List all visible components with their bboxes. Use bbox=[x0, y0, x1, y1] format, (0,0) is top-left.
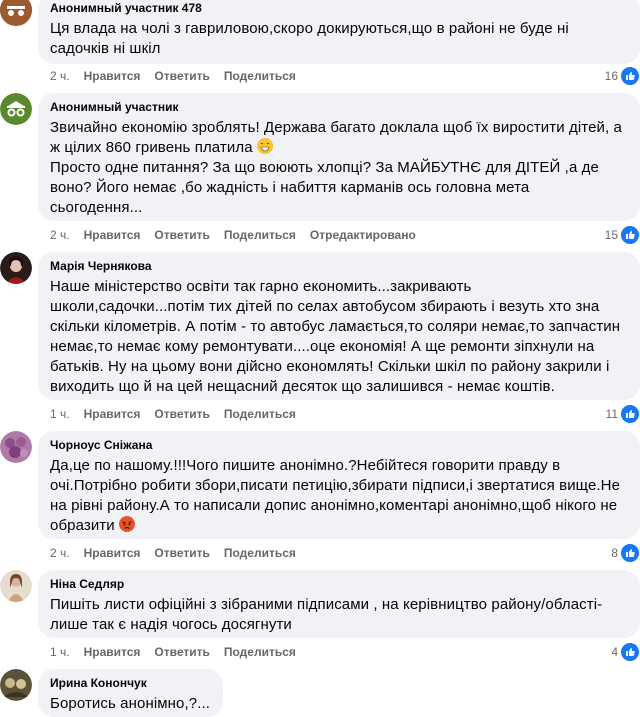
comment-author[interactable]: Ирина Конончук bbox=[50, 675, 211, 691]
reply-link[interactable]: Ответить bbox=[154, 227, 209, 243]
reaction-count[interactable]: 15 bbox=[605, 225, 640, 245]
comment-author[interactable]: Анонимный участник 478 bbox=[50, 0, 628, 16]
reply-link[interactable]: Ответить bbox=[154, 644, 209, 660]
comment-author[interactable]: Ніна Седляр bbox=[50, 576, 628, 592]
avatar-maria[interactable] bbox=[0, 252, 32, 284]
comment-author[interactable]: Анонимный участник bbox=[50, 99, 628, 115]
grin-emoji-icon bbox=[256, 138, 273, 154]
comment-actions: 2 ч. Нравится Ответить Поделиться Отреда… bbox=[50, 227, 430, 243]
anonymous-icon bbox=[0, 93, 32, 125]
comment-author[interactable]: Чорноус Сніжана bbox=[50, 437, 628, 453]
avatar-anon-478[interactable] bbox=[0, 0, 32, 26]
comment-text: Пишіть листи офіційні з зібраними підпис… bbox=[50, 596, 603, 633]
profile-photo-icon bbox=[0, 431, 32, 463]
reply-link[interactable]: Ответить bbox=[154, 545, 209, 561]
comment-bubble: Чорноус Сніжана Да,це по нашому.!!!Чого … bbox=[38, 431, 640, 539]
like-link[interactable]: Нравится bbox=[84, 545, 141, 561]
like-link[interactable]: Нравится bbox=[84, 68, 141, 84]
avatar-anon[interactable] bbox=[0, 93, 32, 125]
comment-text: Ця влада на чолі з гавриловою,скоро доки… bbox=[50, 20, 569, 57]
comment-text: Наше міністерство освіти так гарно еконо… bbox=[50, 278, 621, 395]
angry-emoji-icon bbox=[119, 516, 136, 532]
comment-bubble: Ирина Конончук Боротись анонімно,?... bbox=[38, 669, 223, 717]
like-icon bbox=[620, 543, 640, 563]
comment-text: Боротись анонімно,?... bbox=[50, 695, 211, 712]
comment-time[interactable]: 2 ч. bbox=[50, 68, 70, 84]
share-link[interactable]: Поделиться bbox=[224, 406, 296, 422]
like-icon bbox=[620, 225, 640, 245]
avatar-nina[interactable] bbox=[0, 570, 32, 602]
like-icon bbox=[620, 66, 640, 86]
profile-photo-icon bbox=[0, 252, 32, 284]
comment-actions: 2 ч. Нравится Ответить Поделиться bbox=[50, 545, 310, 561]
reply-link[interactable]: Ответить bbox=[154, 406, 209, 422]
reaction-count[interactable]: 16 bbox=[605, 66, 640, 86]
comment-time[interactable]: 1 ч. bbox=[50, 406, 70, 422]
comment-time[interactable]: 1 ч. bbox=[50, 644, 70, 660]
like-icon bbox=[620, 404, 640, 424]
like-link[interactable]: Нравится bbox=[84, 406, 141, 422]
share-link[interactable]: Поделиться bbox=[224, 227, 296, 243]
comment-bubble: Ніна Седляр Пишіть листи офіційні з зібр… bbox=[38, 570, 640, 638]
share-link[interactable]: Поделиться bbox=[224, 644, 296, 660]
avatar-iryna[interactable] bbox=[0, 669, 32, 701]
share-link[interactable]: Поделиться bbox=[224, 68, 296, 84]
profile-photo-icon bbox=[0, 570, 32, 602]
comment-text: Звичайно економію зроблять! Держава бага… bbox=[50, 119, 622, 216]
reaction-count[interactable]: 8 bbox=[611, 543, 640, 563]
comment-time[interactable]: 2 ч. bbox=[50, 545, 70, 561]
like-link[interactable]: Нравится bbox=[84, 227, 141, 243]
comment-bubble: Анонимный участник 478 Ця влада на чолі … bbox=[38, 0, 640, 64]
comment-text: Да,це по нашому.!!!Чого пишите анонімно.… bbox=[50, 457, 621, 534]
share-link[interactable]: Поделиться bbox=[224, 545, 296, 561]
comment-time[interactable]: 2 ч. bbox=[50, 227, 70, 243]
avatar-snizhana[interactable] bbox=[0, 431, 32, 463]
comment-bubble: Марія Чернякова Наше міністерство освіти… bbox=[38, 252, 640, 400]
profile-photo-icon bbox=[0, 669, 32, 701]
reply-link[interactable]: Ответить bbox=[154, 68, 209, 84]
comment-actions: 2 ч. Нравится Ответить Поделиться bbox=[50, 68, 310, 84]
reaction-count[interactable]: 11 bbox=[606, 404, 640, 424]
reaction-count[interactable]: 4 bbox=[611, 642, 640, 662]
comment-bubble: Анонимный участник Звичайно економію зро… bbox=[38, 93, 640, 221]
comment-actions: 1 ч. Нравится Ответить Поделиться bbox=[50, 406, 310, 422]
like-link[interactable]: Нравится bbox=[84, 644, 141, 660]
comment-actions: 1 ч. Нравится Ответить Поделиться bbox=[50, 644, 310, 660]
comment-author[interactable]: Марія Чернякова bbox=[50, 258, 628, 274]
anonymous-icon bbox=[0, 0, 32, 26]
edited-label[interactable]: Отредактировано bbox=[310, 227, 416, 243]
like-icon bbox=[620, 642, 640, 662]
